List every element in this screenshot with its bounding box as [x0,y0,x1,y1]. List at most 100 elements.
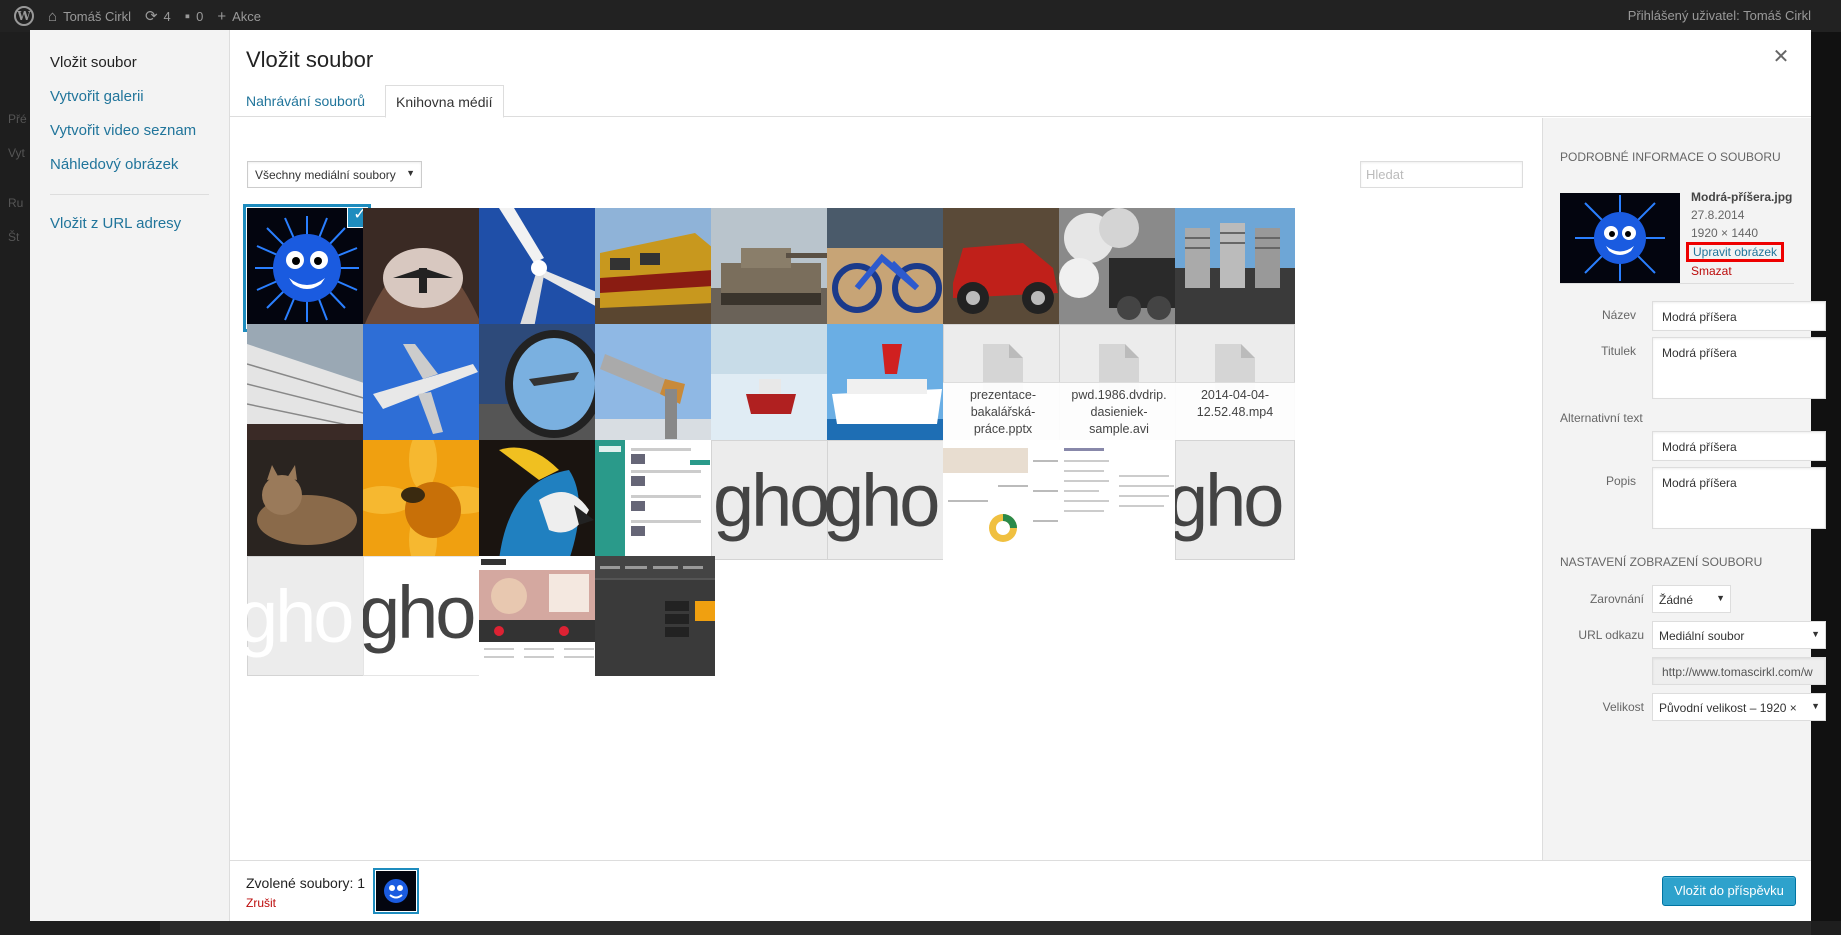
attachment-thumbnail[interactable] [363,208,483,328]
menu-item-create-playlist[interactable]: Vytvořit video seznam [30,114,229,148]
attachment-thumbnail[interactable] [479,324,599,444]
attachment-thumbnail[interactable] [1059,208,1179,328]
comments-link[interactable]: ▪ 0 [185,8,204,25]
attachment-thumbnail[interactable] [247,324,367,444]
alignment-select[interactable]: Žádné ▼ [1652,585,1731,613]
menu-separator [50,194,209,195]
chevron-down-icon: ▼ [406,168,415,178]
attachment-info: Modrá-příšera.jpg 27.8.2014 1920 × 1440 … [1560,164,1794,284]
link-to-select[interactable]: Mediální soubor ▼ [1652,621,1826,649]
selected-thumbnail[interactable] [376,871,416,911]
edit-image-link[interactable]: Upravit obrázek [1686,242,1785,262]
link-url-setting: http://www.tomascirkl.com/w [1560,657,1826,689]
size-value: Původní velikost – 1920 × [1659,701,1797,715]
attachment-thumbnail[interactable]: gho [363,556,483,676]
tank-image [711,208,831,328]
menu-item-featured-image[interactable]: Náhledový obrázek [30,148,229,182]
attachment-thumbnail[interactable] [595,556,715,676]
title-field[interactable]: Modrá příšera [1652,301,1826,331]
attachment-thumbnail[interactable] [595,440,715,560]
menu-item-insert-from-url[interactable]: Vložit z URL adresy [30,207,229,241]
locomotive-image [595,208,715,328]
attachment-thumbnail[interactable] [943,440,1063,560]
attachment-thumbnail[interactable] [479,440,599,560]
attachment-thumbnail[interactable] [827,324,947,444]
link-to-label: URL odkazu [1578,628,1644,642]
title-setting: Název Modrá příšera [1560,301,1826,333]
admin-menu-backdrop: Přé Vyt Ru Št [0,32,30,935]
attachment-thumbnail[interactable]: gho [711,440,831,560]
menu-item-insert-media[interactable]: Vložit soubor [30,46,229,80]
app-ui-screenshot-image [595,556,715,676]
media-toolbar: Zvolené soubory: 1 Zrušit Vložit do přís… [230,860,1811,921]
caption-field[interactable]: Modrá příšera [1652,337,1826,399]
chevron-down-icon: ▼ [1809,629,1820,639]
media-filter-select[interactable]: Všechny mediální soubory ▼ [247,161,422,188]
attachment-file[interactable]: prezentace-bakalářská-práce.pptx [943,324,1063,444]
site-name-link[interactable]: ⌂ Tomáš Cirkl [48,8,131,25]
telescope-image [595,324,715,444]
attachment-thumbnail[interactable]: ✓ [247,208,367,328]
attachment-file[interactable]: pwd.1986.dvdrip. dasieniek-sample.avi [1059,324,1179,444]
wp-logo-menu[interactable]: W [14,6,34,26]
attachment-thumbnail[interactable]: gho [827,440,947,560]
attachment-thumbnail[interactable] [479,208,599,328]
user-greeting[interactable]: Přihlášený uživatel: Tomáš Cirkl [1628,8,1811,23]
attachment-thumbnail[interactable] [479,556,599,676]
admin-bar: W ⌂ Tomáš Cirkl ⟳ 4 ▪ 0 + Akce Přihlášený už… [0,0,1841,32]
attachment-thumbnail[interactable] [1175,208,1295,328]
wind-turbine-image [479,208,599,328]
attachment-file[interactable]: 2014-04-04- 12.52.48.mp4 [1175,324,1295,444]
clear-selection-link[interactable]: Zrušit [246,896,276,910]
attachments-browser: Všechny mediální soubory ▼ Hledat ✓ prez… [230,118,1542,860]
size-label: Velikost [1602,700,1644,714]
alignment-value: Žádné [1659,593,1694,607]
cruise-ship-image [827,324,947,444]
attachment-filename: prezentace-bakalářská-práce.pptx [943,382,1063,444]
insert-into-post-button[interactable]: Vložit do příspěvku [1662,876,1796,906]
attachment-preview [1560,193,1680,283]
attachment-thumbnail[interactable] [595,208,715,328]
article-screenshot-image [1059,440,1179,560]
attachment-thumbnail[interactable] [943,208,1063,328]
new-content-link[interactable]: + Akce [217,8,261,25]
media-filter-value: Všechny mediální soubory [255,168,396,182]
link-url-field[interactable]: http://www.tomascirkl.com/w [1652,657,1826,685]
themes-promo-image [479,556,599,676]
attachment-thumbnail[interactable] [1059,440,1179,560]
backdrop-bottom [0,921,1841,935]
attachment-thumbnail[interactable] [363,440,483,560]
menu-item-create-gallery[interactable]: Vytvořit galerii [30,80,229,114]
vintage-car-image [943,208,1063,328]
description-label: Popis [1605,474,1636,488]
attachment-thumbnail[interactable]: gho [1175,440,1295,560]
ship-hull-image [247,324,367,444]
airplane-sky-image [363,324,483,444]
attachment-thumbnail[interactable] [363,324,483,444]
description-field[interactable]: Modrá příšera [1652,467,1826,529]
dashboard-screenshot-image [943,440,1063,560]
attachment-thumbnail[interactable] [711,208,831,328]
attachment-thumbnail[interactable] [595,324,715,444]
attachment-thumbnail[interactable] [827,208,947,328]
search-input[interactable]: Hledat [1360,161,1523,188]
updates-icon: ⟳ [144,8,158,25]
attachment-thumbnail[interactable]: gho [247,556,367,676]
alignment-setting: Zarovnání Žádné ▼ [1560,585,1794,617]
size-select[interactable]: Původní velikost – 1920 × ▼ [1652,693,1826,721]
updates-link[interactable]: ⟳ 4 [145,7,171,25]
display-settings-heading: Nastavení zobrazení souboru [1560,555,1763,569]
attachment-thumbnail[interactable] [711,324,831,444]
attachment-thumbnail[interactable] [247,440,367,560]
jet-hangar-image [363,208,483,328]
blue-monster-preview-image [1560,193,1680,283]
close-icon[interactable]: ✕ [1769,44,1793,68]
delete-link[interactable]: Smazat [1691,262,1792,280]
tab-upload-files[interactable]: Nahrávání souborů [236,85,375,118]
tab-media-library[interactable]: Knihovna médií [385,85,504,118]
attachment-details-sidebar: Podrobné informace o souboru Modrá-příše… [1542,118,1826,860]
attachment-filename: pwd.1986.dvdrip. dasieniek-sample.avi [1059,382,1179,444]
alt-text-field[interactable]: Modrá příšera [1652,431,1826,461]
bee-flower-image [363,440,483,560]
ghost-logo-image: gho [363,571,476,654]
